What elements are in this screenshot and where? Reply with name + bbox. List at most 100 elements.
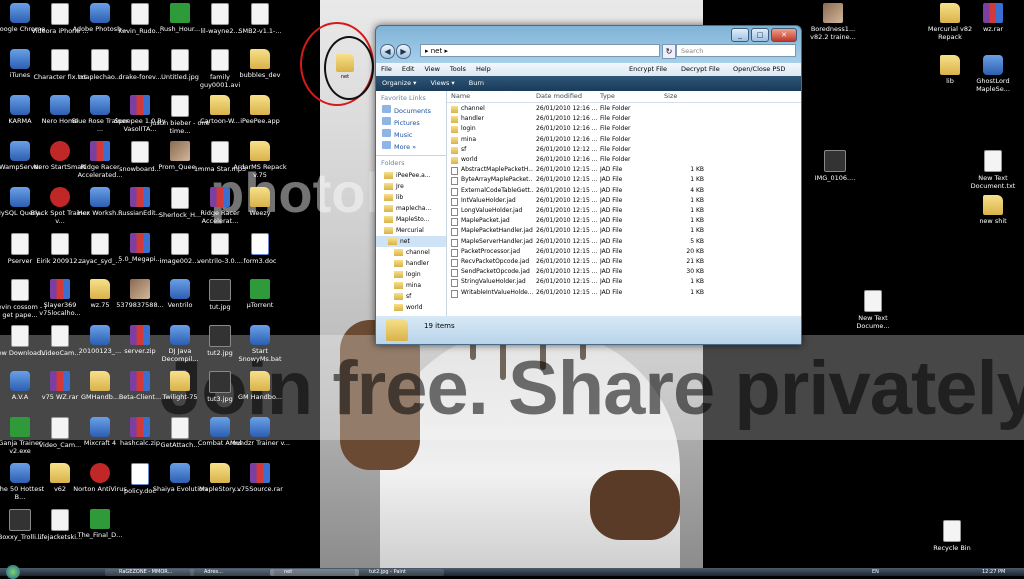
- favorite-documents[interactable]: Documents: [376, 105, 446, 117]
- table-row[interactable]: LongValueHolder.jad 26/01/2010 12:15 ... J…: [447, 206, 801, 216]
- table-row[interactable]: RecvPacketOpcode.jad 26/01/2010 12:15 ...…: [447, 257, 801, 267]
- start-button[interactable]: [6, 565, 20, 579]
- table-row[interactable]: world 26/01/2010 12:16 ... File Folder: [447, 155, 801, 165]
- explorer-window[interactable]: _ □ ✕ ◀ ▶ ▸ net ▸ ↻ Search File Edit View T…: [375, 25, 802, 345]
- tree-item[interactable]: iPeePee.a...: [376, 170, 446, 181]
- table-row[interactable]: AbstractMaplePacketH... 26/01/2010 12:15 …: [447, 165, 801, 176]
- favorite-music[interactable]: Music: [376, 129, 446, 141]
- address-bar[interactable]: ▸ net ▸: [420, 44, 660, 57]
- desktop-icon[interactable]: New Text Docume...: [843, 290, 903, 330]
- tree-item[interactable]: Jre: [376, 181, 446, 192]
- desktop-icon[interactable]: iPeePee.app: [230, 95, 290, 125]
- table-row[interactable]: MaplePacket.jad 26/01/2010 12:15 ... JAD F…: [447, 216, 801, 227]
- tree-item[interactable]: maplecha...: [376, 203, 446, 214]
- forward-button[interactable]: ▶: [396, 44, 411, 59]
- desktop-icon-label: tut3.jpg: [207, 395, 233, 403]
- favorite-pictures[interactable]: Pictures: [376, 117, 446, 129]
- desktop-icon[interactable]: bubbles_dev: [230, 49, 290, 79]
- table-row[interactable]: MaplePacketHandler.jad 26/01/2010 12:15 .…: [447, 226, 801, 237]
- desktop-icon[interactable]: Weezy: [230, 187, 290, 217]
- menu-tools[interactable]: Tools: [445, 63, 471, 76]
- app-icon: [10, 95, 30, 115]
- folders-header[interactable]: Folders: [376, 155, 446, 170]
- desktop-icon[interactable]: v75Source.rar: [230, 463, 290, 493]
- photo-icon: [170, 141, 190, 161]
- desktop-icon[interactable]: form3.doc: [230, 233, 290, 265]
- table-row[interactable]: StringValueHolder.jad 26/01/2010 12:15 ..…: [447, 277, 801, 288]
- more-link[interactable]: More »: [376, 141, 446, 153]
- taskbar-item[interactable]: Adres...: [190, 569, 274, 576]
- cell-name: handler: [461, 115, 484, 123]
- table-row[interactable]: mina 26/01/2010 12:16 ... File Folder: [447, 135, 801, 145]
- table-row[interactable]: ByteArrayMaplePacket... 26/01/2010 12:15 …: [447, 175, 801, 186]
- desktop-icon[interactable]: New Text Document.txt: [963, 150, 1023, 190]
- desktop-icon[interactable]: GhostLord MapleSe...: [963, 55, 1023, 93]
- refresh-icon[interactable]: ↻: [662, 44, 676, 59]
- tree-item[interactable]: MapleSto...: [376, 214, 446, 225]
- desktop-icon[interactable]: The_Final_D...: [70, 509, 130, 539]
- tree-item[interactable]: mina: [376, 280, 446, 291]
- desktop-icon[interactable]: Muhdzr Trainer v...: [230, 417, 290, 447]
- table-row[interactable]: sf 26/01/2010 12:12 ... File Folder: [447, 145, 801, 155]
- menu-file[interactable]: File: [376, 63, 397, 76]
- file-icon: [451, 259, 458, 267]
- desktop-icon[interactable]: IMG_0106....: [805, 150, 865, 182]
- clock[interactable]: 12:27 PM: [980, 569, 1022, 576]
- maximize-button[interactable]: □: [751, 28, 769, 42]
- views-button[interactable]: Views ▾: [425, 76, 461, 91]
- tree-item[interactable]: login: [376, 269, 446, 280]
- search-input[interactable]: Search: [676, 44, 796, 57]
- taskbar-item[interactable]: tut2.jpg - Paint: [355, 569, 444, 576]
- back-button[interactable]: ◀: [380, 44, 395, 59]
- decrypt-file-button[interactable]: Decrypt File: [676, 63, 725, 76]
- table-row[interactable]: PacketProcessor.jad 26/01/2010 12:15 ... J…: [447, 247, 801, 257]
- desktop-icon[interactable]: Recycle Bin: [922, 520, 982, 552]
- table-row[interactable]: ExternalCodeTableGett... 26/01/2010 12:15…: [447, 186, 801, 196]
- desktop-icon[interactable]: wz.rar: [963, 3, 1023, 33]
- table-row[interactable]: MapleServerHandler.jad 26/01/2010 12:15 .…: [447, 237, 801, 247]
- close-button[interactable]: ✕: [771, 28, 797, 42]
- table-row[interactable]: channel 26/01/2010 12:16 ... File Folder: [447, 104, 801, 114]
- tree-item[interactable]: lib: [376, 192, 446, 203]
- table-row[interactable]: SendPacketOpcode.jad 26/01/2010 12:15 ...…: [447, 267, 801, 278]
- desktop-icon[interactable]: Start SnowyMs.bat: [230, 325, 290, 363]
- encrypt-file-button[interactable]: Encrypt File: [624, 63, 672, 76]
- desktop-icon[interactable]: SMB2-v1.1-...: [230, 3, 290, 35]
- desktop-icon-label: Pserver: [7, 257, 33, 265]
- desktop-icon[interactable]: Boredness1... v82.2 traine...: [803, 3, 863, 41]
- burn-button[interactable]: Burn: [463, 76, 490, 91]
- desktop-icon[interactable]: GM Handbo...: [230, 371, 290, 401]
- desktop-icon[interactable]: µTorrent: [230, 279, 290, 309]
- tree-item[interactable]: net: [376, 236, 446, 247]
- table-row[interactable]: login 26/01/2010 12:16 ... File Folder: [447, 124, 801, 134]
- column-name[interactable]: Name: [451, 91, 470, 102]
- tree-item[interactable]: sf: [376, 291, 446, 302]
- dark-icon: [824, 150, 846, 172]
- menu-view[interactable]: View: [419, 63, 444, 76]
- annotated-folder-icon[interactable]: [336, 54, 354, 72]
- tree-item[interactable]: channel: [376, 247, 446, 258]
- column-date-modified[interactable]: Date modified: [536, 91, 582, 102]
- table-row[interactable]: handler 26/01/2010 12:16 ... File Folder: [447, 114, 801, 124]
- column-type[interactable]: Type: [600, 91, 615, 102]
- desktop-icon[interactable]: ArdarMS Repack v.75: [230, 141, 290, 179]
- desktop-icon-label: v75Source.rar: [237, 485, 283, 493]
- open-close-psd-button[interactable]: Open/Close PSD: [728, 63, 790, 76]
- minimize-button[interactable]: _: [731, 28, 749, 42]
- cell-type: JAD File: [600, 278, 623, 286]
- tree-item[interactable]: world: [376, 302, 446, 313]
- table-row[interactable]: IntValueHolder.jad 26/01/2010 12:15 ... JA…: [447, 196, 801, 206]
- dark-icon: [209, 279, 231, 301]
- taskbar-item[interactable]: RaGEZONE - MMOR...: [105, 569, 194, 576]
- table-row[interactable]: WritableIntValueHolde... 26/01/2010 12:15…: [447, 288, 801, 298]
- language-indicator[interactable]: EN: [870, 569, 886, 576]
- menu-help[interactable]: Help: [471, 63, 496, 76]
- app-icon: [10, 371, 30, 391]
- organize-button[interactable]: Organize ▾: [376, 76, 422, 91]
- menu-edit[interactable]: Edit: [397, 63, 420, 76]
- desktop-icon[interactable]: new shit: [963, 195, 1023, 225]
- tree-item[interactable]: Mercurial: [376, 225, 446, 236]
- taskbar-item[interactable]: net: [270, 569, 359, 576]
- tree-item[interactable]: handler: [376, 258, 446, 269]
- column-size[interactable]: Size: [664, 91, 677, 102]
